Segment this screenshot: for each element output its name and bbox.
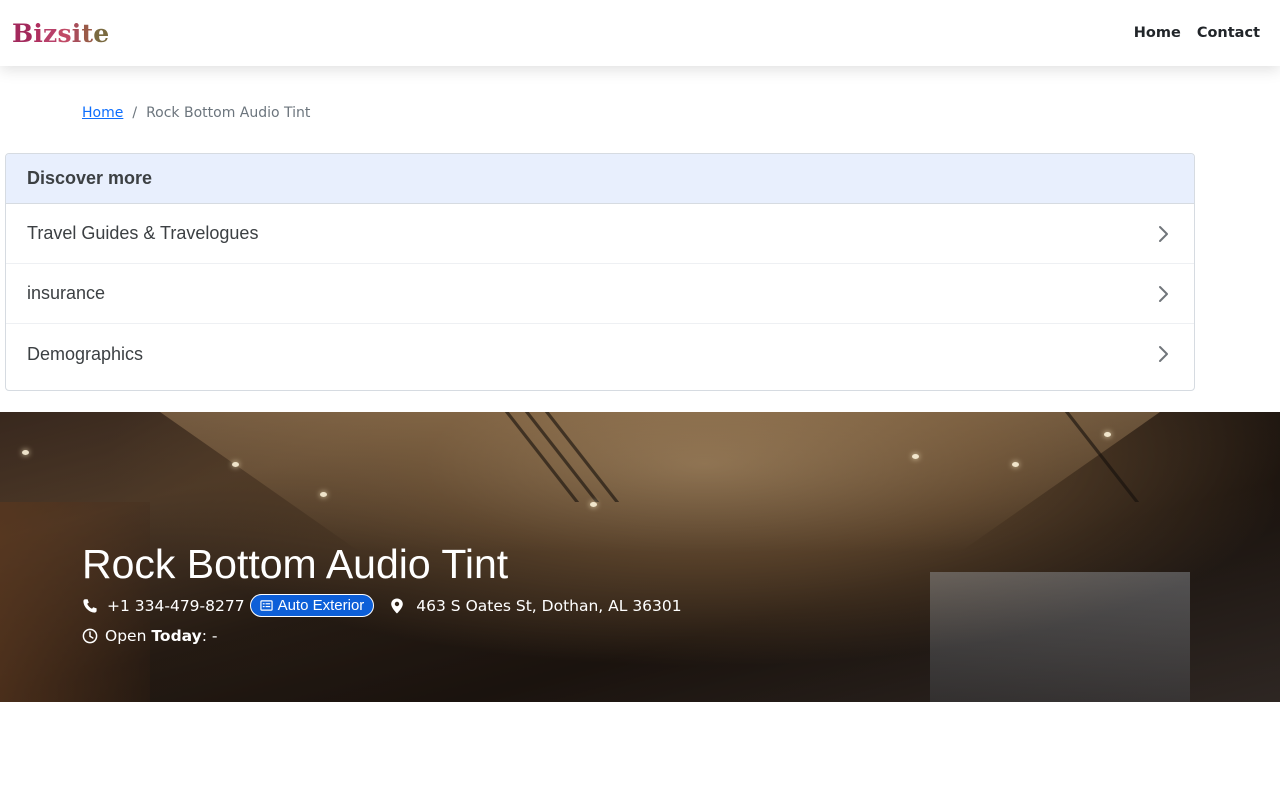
breadcrumb-current: Rock Bottom Audio Tint — [146, 105, 311, 121]
business-hours-row: Open Today : - — [82, 627, 682, 645]
category-label: Auto Exterior — [277, 597, 365, 614]
list-icon — [259, 600, 273, 611]
hero-ceiling-light — [232, 462, 239, 467]
chevron-right-icon — [1159, 285, 1168, 302]
business-phone[interactable]: +1 334-479-8277 — [107, 597, 245, 615]
business-hero: Rock Bottom Audio Tint +1 334-479-8277 A… — [0, 412, 1280, 702]
clock-icon — [82, 628, 98, 644]
breadcrumb: Home / Rock Bottom Audio Tint — [82, 105, 310, 121]
breadcrumb-home-link[interactable]: Home — [82, 105, 123, 121]
hero-ceiling-light — [22, 450, 29, 455]
nav-contact-link[interactable]: Contact — [1197, 25, 1260, 41]
hours-today-label: Today — [151, 627, 202, 645]
business-info: Rock Bottom Audio Tint +1 334-479-8277 A… — [82, 540, 682, 645]
discover-item-label: Travel Guides & Travelogues — [27, 223, 259, 243]
hero-ceiling-light — [320, 492, 327, 497]
discover-more-panel: Discover more Travel Guides & Travelogue… — [5, 153, 1195, 391]
discover-item-label: insurance — [27, 283, 106, 303]
discover-item-insurance[interactable]: insurance — [6, 264, 1194, 324]
chevron-right-icon — [1159, 346, 1168, 362]
map-pin-icon — [391, 598, 404, 613]
nav-links: Home Contact — [1134, 25, 1268, 41]
business-contact-row: +1 334-479-8277 Auto Exterior 463 S Oate… — [82, 594, 682, 617]
category-badge[interactable]: Auto Exterior — [249, 594, 375, 617]
hero-ceiling-light — [590, 502, 597, 507]
hero-ceiling-light — [1012, 462, 1019, 467]
business-name: Rock Bottom Audio Tint — [82, 541, 509, 587]
business-address[interactable]: 463 S Oates St, Dothan, AL 36301 — [416, 597, 681, 615]
phone-icon — [83, 598, 97, 613]
breadcrumb-separator: / — [132, 105, 138, 121]
discover-item-demographics[interactable]: Demographics — [6, 324, 1194, 384]
chevron-right-icon — [1159, 225, 1168, 242]
hours-open-label: Open — [105, 627, 147, 645]
brand-logo[interactable]: Bizsite — [12, 19, 109, 48]
hero-background-window — [930, 572, 1190, 702]
hours-value: : - — [201, 627, 218, 645]
discover-item-label: Demographics — [27, 343, 144, 364]
discover-more-title: Discover more — [6, 154, 1194, 204]
hero-ceiling-light — [912, 454, 919, 459]
top-navbar: Bizsite Home Contact — [0, 0, 1280, 66]
hero-background-ceiling — [160, 412, 1160, 552]
discover-item-travel-guides[interactable]: Travel Guides & Travelogues — [6, 204, 1194, 264]
nav-home-link[interactable]: Home — [1134, 25, 1181, 41]
hero-ceiling-light — [1104, 432, 1111, 437]
